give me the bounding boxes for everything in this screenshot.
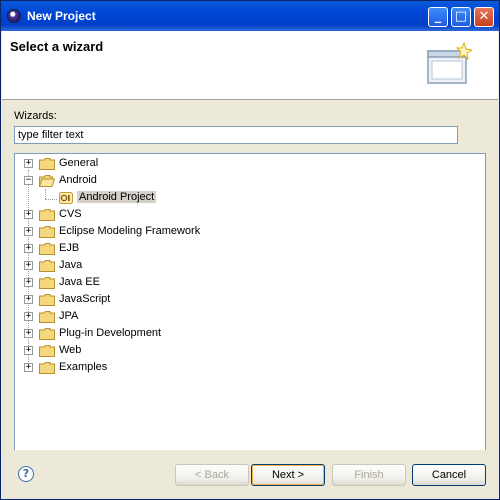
tree-item-web[interactable]: + Web	[15, 342, 475, 359]
expand-icon[interactable]: +	[24, 295, 33, 304]
android-project-icon	[59, 192, 73, 204]
maximize-button[interactable]: □	[451, 7, 471, 27]
tree-item-label: CVS	[59, 208, 82, 220]
tree-item-label: Java	[59, 259, 83, 271]
eclipse-icon	[7, 9, 21, 23]
cancel-button[interactable]: Cancel	[412, 464, 486, 486]
help-icon[interactable]: ?	[18, 466, 34, 482]
expand-icon[interactable]: +	[24, 363, 33, 372]
open-folder-icon	[39, 175, 55, 187]
tree-item-label: JPA	[59, 310, 79, 322]
expand-icon[interactable]: +	[24, 278, 33, 287]
folder-icon	[39, 277, 55, 289]
tree-item-examples[interactable]: + Examples	[15, 359, 475, 376]
folder-icon	[39, 226, 55, 238]
folder-icon	[39, 158, 55, 170]
next-button[interactable]: Next >	[251, 464, 325, 486]
tree-item-label: JavaScript	[59, 293, 111, 305]
new-wizard-icon	[427, 41, 472, 84]
title-bar[interactable]: New Project _ □ ✕	[1, 1, 499, 31]
minimize-button[interactable]: _	[428, 7, 448, 27]
tree-item-label: Examples	[59, 361, 108, 373]
tree-item-plug-in-development[interactable]: + Plug-in Development	[15, 325, 475, 342]
expand-icon[interactable]: +	[24, 244, 33, 253]
folder-icon	[39, 260, 55, 272]
dialog-footer: ? < Back Next > Finish Cancel	[1, 450, 499, 499]
tree-item-label: Android	[59, 174, 97, 186]
tree-item-label: Web	[59, 344, 82, 356]
page-title: Select a wizard	[10, 39, 104, 54]
folder-icon	[39, 294, 55, 306]
expand-icon[interactable]: +	[24, 312, 33, 321]
collapse-icon[interactable]: −	[24, 176, 33, 185]
folder-icon	[39, 243, 55, 255]
tree-item-label: Java EE	[59, 276, 100, 288]
expand-icon[interactable]: +	[24, 329, 33, 338]
folder-icon	[39, 311, 55, 323]
expand-icon[interactable]: +	[24, 227, 33, 236]
folder-icon	[39, 362, 55, 374]
tree-item-cvs[interactable]: + CVS	[15, 206, 475, 223]
expand-icon[interactable]: +	[24, 261, 33, 270]
tree-item-general[interactable]: + General	[15, 155, 475, 172]
folder-icon	[39, 209, 55, 221]
tree-item-label: EJB	[59, 242, 80, 254]
tree-item-java[interactable]: + Java	[15, 257, 475, 274]
tree-item-label: Eclipse Modeling Framework	[59, 225, 201, 237]
finish-button[interactable]: Finish	[332, 464, 406, 486]
expand-icon[interactable]: +	[24, 210, 33, 219]
expand-icon[interactable]: +	[24, 159, 33, 168]
expand-icon[interactable]: +	[24, 346, 33, 355]
wizard-header: Select a wizard	[2, 31, 498, 100]
tree-item-label: Plug-in Development	[59, 327, 162, 339]
tree-item-ejb[interactable]: + EJB	[15, 240, 475, 257]
tree-item-label: General	[59, 157, 99, 169]
tree-item-java-ee[interactable]: + Java EE	[15, 274, 475, 291]
tree-item-android[interactable]: − Android	[15, 172, 475, 189]
tree-item-javascript[interactable]: + JavaScript	[15, 291, 475, 308]
window-title: New Project	[27, 9, 96, 23]
filter-input[interactable]: type filter text	[14, 126, 458, 144]
wizards-label: Wizards:	[14, 110, 57, 122]
folder-icon	[39, 328, 55, 340]
tree-item-eclipse-modeling-framework[interactable]: + Eclipse Modeling Framework	[15, 223, 475, 240]
tree-item-android-project[interactable]: Android Project	[15, 189, 475, 206]
wizard-tree[interactable]: + General − Android Android Project + CV…	[14, 153, 486, 492]
folder-icon	[39, 345, 55, 357]
wizard-content: Wizards: type filter text + General − An…	[1, 100, 499, 492]
tree-item-jpa[interactable]: + JPA	[15, 308, 475, 325]
tree-item-label: Android Project	[77, 191, 157, 203]
new-project-dialog: New Project _ □ ✕ Select a wizard Wizard…	[0, 0, 500, 500]
close-button[interactable]: ✕	[474, 7, 494, 27]
back-button[interactable]: < Back	[175, 464, 249, 486]
